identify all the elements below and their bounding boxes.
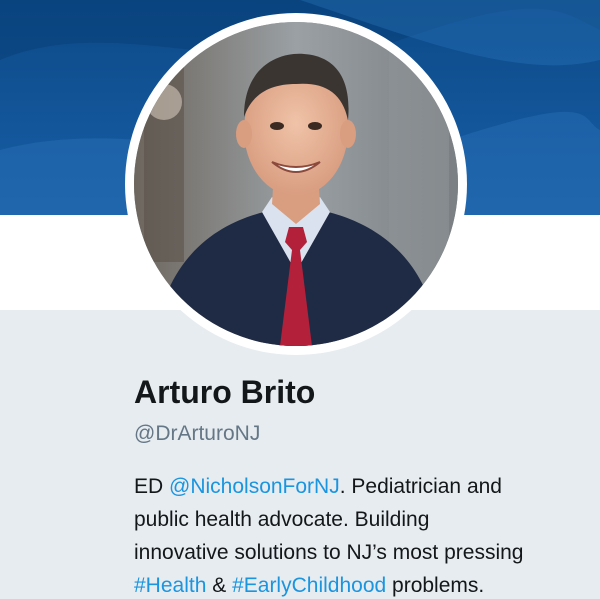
bio-text: & <box>206 574 233 597</box>
profile-handle[interactable]: @DrArturoNJ <box>134 422 260 446</box>
mention-link[interactable]: @NicholsonForNJ <box>169 475 340 498</box>
avatar[interactable] <box>134 22 458 346</box>
bio-line-3: innovative solutions to NJ’s most pressi… <box>134 541 524 564</box>
profile-bio: ED @NicholsonForNJ. Pediatrician and pub… <box>134 470 574 599</box>
bio-line-4: #Health & #EarlyChildhood problems. <box>134 569 574 599</box>
bio-text: ED <box>134 475 170 498</box>
bio-line-2: public health advocate. Building <box>134 508 430 531</box>
profile-name: Arturo Brito <box>134 374 316 410</box>
avatar-photo <box>134 22 458 346</box>
bio-text: . Pediatrician and <box>339 475 502 498</box>
hashtag-earlychildhood-link[interactable]: #EarlyChildhood <box>232 574 386 597</box>
hashtag-health-link[interactable]: #Health <box>134 574 206 597</box>
profile-page: Arturo Brito @DrArturoNJ ED @NicholsonFo… <box>0 0 600 599</box>
bio-text: problems. <box>386 574 485 597</box>
bio-line-1: ED @NicholsonForNJ. Pediatrician and <box>134 470 574 503</box>
